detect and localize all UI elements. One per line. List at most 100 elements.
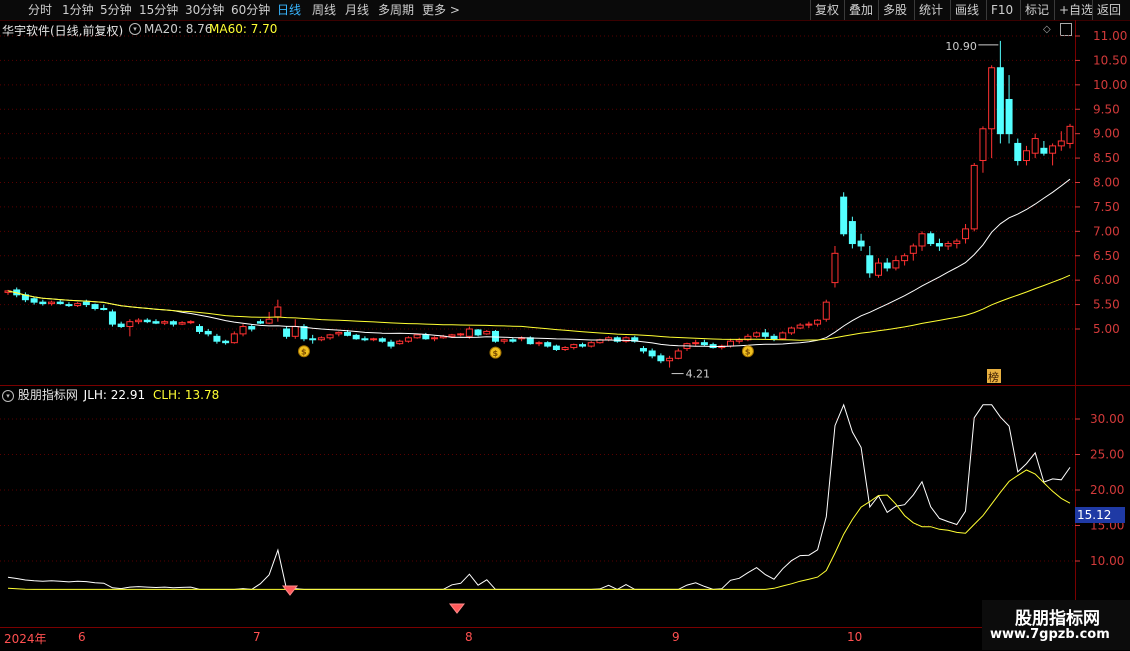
tab-monthly[interactable]: 月线: [345, 0, 369, 20]
tab-60min[interactable]: 60分钟: [231, 0, 270, 20]
candle-body: [326, 334, 334, 339]
money-bag-icon[interactable]: $: [489, 346, 502, 359]
candle-body: [866, 255, 874, 274]
candle-body: [1005, 98, 1013, 135]
candle-body: [918, 233, 926, 247]
candle-body: [509, 339, 517, 342]
candle-body: [335, 331, 343, 335]
candle-body: [100, 307, 108, 310]
svg-text:$: $: [492, 349, 498, 358]
candle-body: [378, 338, 386, 342]
candle-body: [370, 338, 378, 341]
candle-body: [770, 335, 778, 340]
tab-5min[interactable]: 5分钟: [100, 0, 132, 20]
list-badge[interactable]: 榜: [987, 369, 1001, 384]
candle-body: [657, 355, 665, 362]
candle-body: [648, 350, 656, 357]
period-toolbar: 分时 1分钟 5分钟 15分钟 30分钟 60分钟 日线 周线 月线 多周期 更…: [0, 0, 1130, 21]
candle-body: [901, 255, 909, 262]
candle-body: [857, 240, 865, 247]
price-tick-label: 8.00: [1093, 176, 1120, 190]
candle-body: [448, 334, 456, 337]
candle-body: [753, 332, 761, 337]
tab-weekly[interactable]: 周线: [312, 0, 336, 20]
candle-body: [143, 319, 151, 323]
candle-body: [526, 337, 534, 345]
signal-marker-icon: [448, 603, 466, 614]
high-price-label: 10.90: [945, 40, 977, 53]
candle-body: [291, 326, 299, 337]
candle-body: [935, 243, 943, 247]
price-tick-label: 7.50: [1093, 200, 1120, 214]
indicator-tick-label: 10.00: [1090, 554, 1124, 568]
candle-body: [692, 342, 700, 345]
candle-body: [187, 321, 195, 324]
draw-line-button[interactable]: 画线: [950, 0, 983, 20]
tab-30min[interactable]: 30分钟: [185, 0, 224, 20]
candle-body: [605, 337, 613, 341]
candle-body: [274, 306, 282, 318]
candle-body: [500, 339, 508, 342]
price-tick-label: 6.00: [1093, 273, 1120, 287]
watermark-url: www.7gpzb.com: [990, 627, 1110, 642]
price-tick-label: 5.00: [1093, 322, 1120, 336]
indicator-axis: 30.0025.0020.0015.0010.00: [1075, 386, 1124, 626]
candle-body: [970, 164, 978, 230]
candle-body: [1057, 140, 1065, 147]
candle-body: [248, 326, 256, 330]
candle-body: [265, 318, 273, 324]
candle-body: [700, 342, 708, 346]
candle-body: [909, 245, 917, 254]
indicator-tick-label: 25.00: [1090, 448, 1124, 462]
candle-body: [927, 233, 935, 245]
multi-stock-button[interactable]: 多股: [878, 0, 911, 20]
indicator-tick-label: 20.00: [1090, 483, 1124, 497]
date-label-oct: 10: [847, 630, 863, 644]
add-watchlist-button[interactable]: +自选: [1054, 0, 1097, 20]
candle-body: [805, 323, 813, 326]
candle-body: [874, 262, 882, 276]
candle-body: [674, 350, 682, 359]
watermark-title: 股朋指标网: [1015, 609, 1100, 629]
candle-body: [361, 338, 369, 341]
candle-body: [953, 240, 961, 245]
clh-line: [7, 469, 1071, 590]
mark-button[interactable]: 标记: [1020, 0, 1053, 20]
candle-body: [82, 301, 90, 306]
candle-body: [666, 357, 674, 362]
tab-1min[interactable]: 1分钟: [62, 0, 94, 20]
candle-body: [135, 319, 143, 323]
more-menu[interactable]: 更多 >: [422, 0, 460, 20]
candle-body: [213, 335, 221, 342]
tab-15min[interactable]: 15分钟: [139, 0, 178, 20]
adjust-button[interactable]: 复权: [810, 0, 843, 20]
candle-body: [108, 311, 116, 325]
candle-body: [831, 252, 839, 284]
back-button[interactable]: 返回: [1092, 0, 1125, 20]
candle-body: [413, 334, 421, 339]
statistics-button[interactable]: 统计: [914, 0, 947, 20]
candle-body: [161, 321, 169, 324]
candle-body: [491, 330, 499, 342]
money-bag-icon[interactable]: $: [297, 345, 310, 358]
candle-body: [283, 328, 291, 337]
candle-body: [309, 338, 317, 341]
tab-intraday[interactable]: 分时: [28, 0, 52, 20]
f10-button[interactable]: F10: [986, 0, 1017, 20]
tab-daily[interactable]: 日线: [277, 0, 301, 20]
candle-body: [1066, 125, 1074, 144]
candle-body: [317, 337, 325, 341]
tab-multi-period[interactable]: 多周期: [378, 0, 414, 20]
candle-body: [579, 344, 587, 347]
date-axis: [0, 627, 1130, 651]
signal-marker-icon: [281, 585, 299, 596]
candle-body: [152, 321, 160, 324]
candle-body: [30, 298, 38, 303]
candle-body: [483, 330, 491, 335]
money-bag-icon[interactable]: $: [741, 345, 754, 358]
overlay-button[interactable]: 叠加: [844, 0, 877, 20]
candle-body: [126, 321, 134, 328]
candle-body: [239, 326, 247, 335]
candle-body: [787, 327, 795, 334]
candle-body: [944, 243, 952, 247]
